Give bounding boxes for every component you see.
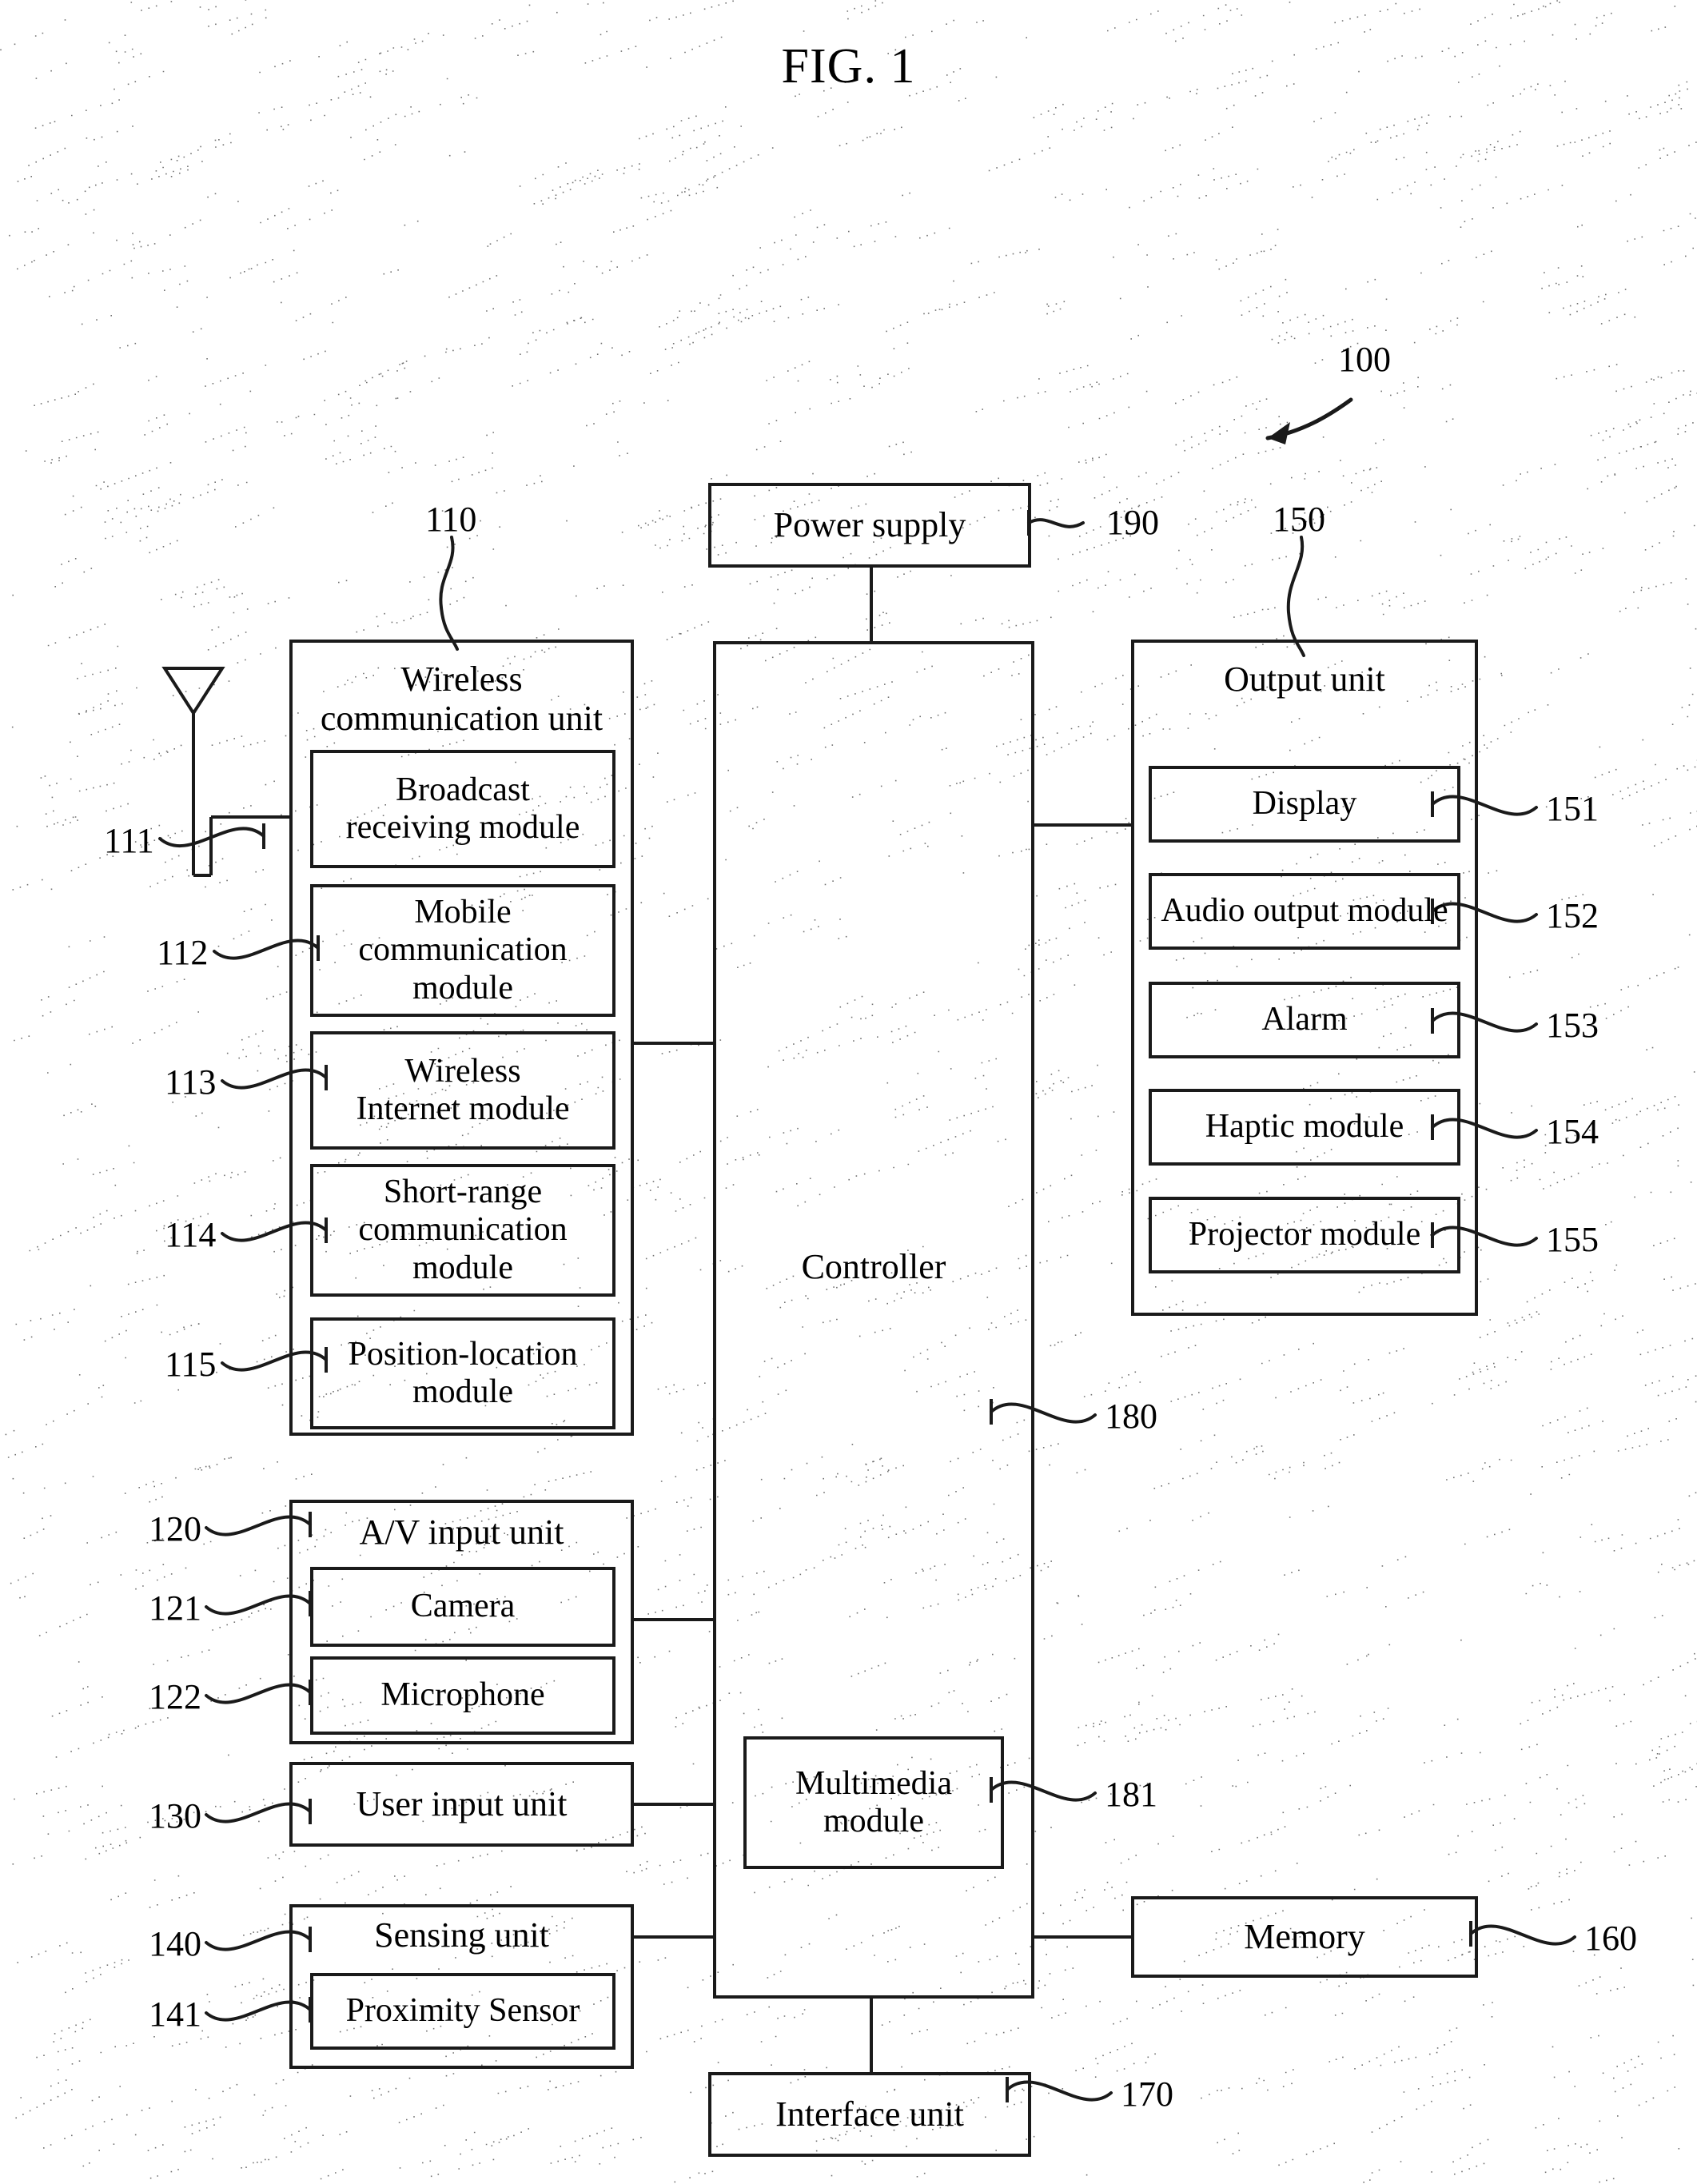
ref-121: 121 — [149, 1588, 201, 1628]
device-ref-arrow — [1265, 397, 1353, 444]
broadcast-receiving-module-box[interactable]: Broadcast receiving module — [310, 750, 615, 868]
ref-112: 112 — [157, 933, 209, 972]
ref-120: 120 — [149, 1509, 201, 1548]
ref-115: 115 — [165, 1345, 217, 1384]
alarm-box[interactable]: Alarm — [1149, 982, 1460, 1058]
projector-module-box[interactable]: Projector module — [1149, 1197, 1460, 1273]
ref-152: 152 — [1546, 896, 1599, 935]
ref-100: 100 — [1338, 340, 1391, 379]
ref-141: 141 — [149, 1995, 201, 2034]
short-range-communication-module-label: Short-range communication module — [358, 1174, 568, 1286]
av-input-unit-label: A/V input unit — [359, 1512, 564, 1552]
memory-label: Memory — [1244, 1917, 1365, 1957]
mobile-communication-module-box[interactable]: Mobile communication module — [310, 884, 615, 1017]
ref-150: 150 — [1273, 500, 1325, 539]
output-unit-label: Output unit — [1224, 660, 1385, 699]
ref-190: 190 — [1106, 503, 1159, 542]
audio-output-module-label: Audio output module — [1161, 892, 1448, 930]
ref-154: 154 — [1546, 1112, 1599, 1151]
controller-label: Controller — [801, 1247, 946, 1287]
memory-box[interactable]: Memory — [1131, 1896, 1478, 1978]
ref-181: 181 — [1105, 1775, 1157, 1814]
haptic-module-box[interactable]: Haptic module — [1149, 1089, 1460, 1166]
power-supply-label: Power supply — [773, 505, 966, 545]
user-input-unit-label: User input unit — [356, 1784, 568, 1824]
ref-180: 180 — [1105, 1397, 1157, 1436]
ref-170: 170 — [1121, 2074, 1173, 2114]
microphone-label: Microphone — [380, 1676, 545, 1714]
ref-113: 113 — [165, 1062, 217, 1102]
broadcast-receiving-module-label: Broadcast receiving module — [345, 771, 580, 846]
position-location-module-label: Position-location module — [348, 1335, 578, 1410]
multimedia-module-label: Multimedia module — [795, 1764, 952, 1839]
interface-unit-box[interactable]: Interface unit — [708, 2072, 1031, 2157]
proximity-sensor-box[interactable]: Proximity Sensor — [310, 1973, 615, 2050]
sensing-unit-label: Sensing unit — [374, 1915, 549, 1955]
camera-box[interactable]: Camera — [310, 1567, 615, 1647]
short-range-communication-module-box[interactable]: Short-range communication module — [310, 1164, 615, 1297]
user-input-unit-box[interactable]: User input unit — [289, 1762, 634, 1847]
ref-155: 155 — [1546, 1220, 1599, 1259]
wireless-internet-module-box[interactable]: Wireless Internet module — [310, 1031, 615, 1150]
ref-140: 140 — [149, 1924, 201, 1963]
display-label: Display — [1252, 785, 1357, 823]
ref-114: 114 — [165, 1215, 217, 1254]
ref-151: 151 — [1546, 789, 1599, 828]
camera-label: Camera — [410, 1588, 516, 1625]
position-location-module-box[interactable]: Position-location module — [310, 1317, 615, 1429]
multimedia-module-box[interactable]: Multimedia module — [743, 1736, 1004, 1869]
ref-111: 111 — [104, 821, 154, 860]
proximity-sensor-label: Proximity Sensor — [345, 1992, 580, 2030]
ref-153: 153 — [1546, 1006, 1599, 1045]
ref-110: 110 — [425, 500, 477, 539]
wireless-communication-unit-label: Wireless communication unit — [320, 659, 604, 738]
mobile-communication-module-label: Mobile communication module — [358, 894, 568, 1006]
interface-unit-label: Interface unit — [775, 2094, 964, 2134]
ref-122: 122 — [149, 1677, 201, 1716]
wireless-internet-module-label: Wireless Internet module — [356, 1052, 570, 1127]
microphone-box[interactable]: Microphone — [310, 1656, 615, 1735]
projector-module-label: Projector module — [1188, 1216, 1421, 1253]
ref-130: 130 — [149, 1796, 201, 1835]
display-box[interactable]: Display — [1149, 766, 1460, 843]
alarm-label: Alarm — [1261, 1001, 1348, 1038]
haptic-module-label: Haptic module — [1205, 1108, 1404, 1146]
audio-output-module-box[interactable]: Audio output module — [1149, 873, 1460, 950]
ref-160: 160 — [1584, 1919, 1637, 1958]
patent-figure-sheet: FIG. 1 Power supply Wireless communicati… — [0, 0, 1697, 2184]
power-supply-box[interactable]: Power supply — [708, 483, 1031, 568]
